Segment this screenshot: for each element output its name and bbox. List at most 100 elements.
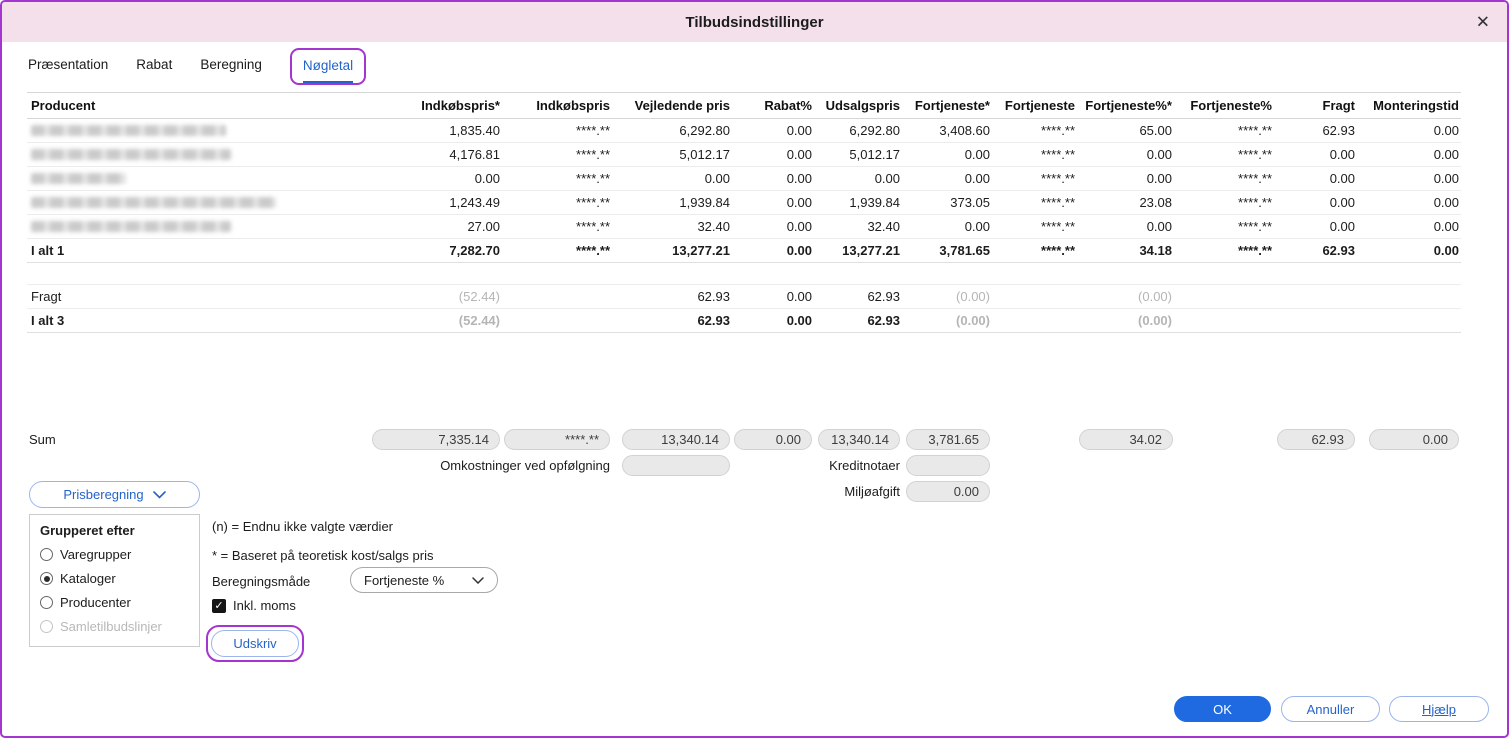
table-cell: (0.00): [902, 309, 992, 333]
radio-circle-icon: [40, 596, 53, 609]
radio-label: Kataloger: [60, 571, 116, 586]
table-cell: 0.00: [732, 191, 814, 215]
sum-field-monteringstid: 0.00: [1369, 429, 1459, 450]
miljoafgift-field[interactable]: 0.00: [906, 481, 990, 502]
sum-cell: 0.00: [902, 478, 992, 504]
tab-nogletal[interactable]: Nøgletal: [303, 51, 353, 83]
table-cell: [1274, 285, 1357, 309]
tab-praesentation[interactable]: Præsentation: [28, 50, 108, 82]
tilbudsindstillinger-dialog: Tilbudsindstillinger ✕ Præsentation Raba…: [0, 0, 1509, 738]
table-cell: ****.**: [992, 167, 1077, 191]
table-cell: 3,408.60: [902, 119, 992, 143]
table-cell: I alt 3: [27, 309, 282, 333]
table-cell: 34.18: [1077, 239, 1174, 263]
sum-cell: 0.00: [732, 426, 814, 452]
prisberegning-dropdown-button[interactable]: Prisberegning: [29, 481, 200, 508]
table-cell: [1357, 285, 1461, 309]
table-cell: 4,176.81: [282, 143, 502, 167]
radio-varegrupper[interactable]: Varegrupper: [40, 547, 189, 562]
redacted-producer-name: [31, 149, 231, 160]
kreditnotaer-field[interactable]: [906, 455, 990, 476]
radio-label: Samletilbudslinjer: [60, 619, 162, 634]
sum-field-indkobspris-star: 7,335.14: [372, 429, 500, 450]
radio-kataloger[interactable]: Kataloger: [40, 571, 189, 586]
table-cell: ****.**: [502, 143, 612, 167]
redacted-producer-name: [31, 125, 226, 136]
table-cell: 0.00: [1274, 191, 1357, 215]
sum-cell: 13,340.14: [814, 426, 902, 452]
table-row: 0.00 ****.** 0.00 0.00 0.00 0.00 ****.**…: [27, 167, 1461, 191]
column-header: Producent: [27, 93, 282, 119]
table-cell: (52.44): [282, 285, 502, 309]
table-row: 1,835.40 ****.** 6,292.80 0.00 6,292.80 …: [27, 119, 1461, 143]
note-not-selected-values: (n) = Endnu ikke valgte værdier: [212, 519, 393, 534]
table-cell: (0.00): [902, 285, 992, 309]
table-cell: 373.05: [902, 191, 992, 215]
sum-cell: [902, 452, 992, 478]
beregningsmade-value: Fortjeneste %: [364, 573, 444, 588]
table-cell: ****.**: [1174, 143, 1274, 167]
table-cell: ****.**: [992, 119, 1077, 143]
table-cell: 6,292.80: [612, 119, 732, 143]
table-cell: (52.44): [282, 309, 502, 333]
table-cell: 0.00: [1077, 167, 1174, 191]
table-cell: 1,243.49: [282, 191, 502, 215]
table-cell: [27, 119, 282, 143]
table-cell: 0.00: [1077, 215, 1174, 239]
table-cell: 7,282.70: [282, 239, 502, 263]
table-cell: [27, 215, 282, 239]
close-icon[interactable]: ✕: [1476, 14, 1490, 31]
table-cell: [992, 309, 1077, 333]
sum-section: Sum 7,335.14 ****.** 13,340.14 0.00 13,3…: [27, 426, 1461, 504]
table-cell: 1,939.84: [814, 191, 902, 215]
column-header: Fragt: [1274, 93, 1357, 119]
checkbox-checked-icon[interactable]: ✓: [212, 599, 226, 613]
table-cell: 27.00: [282, 215, 502, 239]
table-cell: 0.00: [1357, 215, 1461, 239]
table-cell: 0.00: [1274, 143, 1357, 167]
table-cell: ****.**: [502, 167, 612, 191]
inkl-moms-row[interactable]: ✓ Inkl. moms: [212, 598, 296, 613]
tab-rabat[interactable]: Rabat: [136, 50, 172, 82]
grupperet-efter-groupbox: Grupperet efter Varegrupper Kataloger Pr…: [29, 514, 200, 647]
table-cell: ****.**: [502, 191, 612, 215]
table-cell: 0.00: [732, 239, 814, 263]
hjaelp-button[interactable]: Hjælp: [1389, 696, 1489, 722]
radio-producenter[interactable]: Producenter: [40, 595, 189, 610]
table-cell: 0.00: [1357, 167, 1461, 191]
table-cell: 32.40: [612, 215, 732, 239]
sum-field-indkobspris: ****.**: [504, 429, 610, 450]
sum-cell: [27, 452, 282, 478]
table-cell: ****.**: [1174, 167, 1274, 191]
table-cell: ****.**: [1174, 191, 1274, 215]
miljoafgift-label: Miljøafgift: [282, 478, 902, 504]
beregningsmade-select[interactable]: Fortjeneste %: [350, 567, 498, 593]
omkostninger-field[interactable]: [622, 455, 730, 476]
column-header: Vejledende pris: [612, 93, 732, 119]
radio-label: Producenter: [60, 595, 131, 610]
chevron-down-icon: [153, 491, 166, 499]
ok-button[interactable]: OK: [1174, 696, 1271, 722]
sum-cell: [992, 452, 1461, 478]
tab-beregning[interactable]: Beregning: [200, 50, 262, 82]
sum-row: Sum 7,335.14 ****.** 13,340.14 0.00 13,3…: [27, 426, 1461, 452]
omkostninger-label: Omkostninger ved opfølgning: [282, 452, 612, 478]
radio-label: Varegrupper: [60, 547, 131, 562]
table-cell: 0.00: [1274, 167, 1357, 191]
column-header: Fortjeneste*: [902, 93, 992, 119]
table-cell: 0.00: [1357, 191, 1461, 215]
total3-row: I alt 3 (52.44) 62.93 0.00 62.93 (0.00) …: [27, 309, 1461, 333]
dialog-title: Tilbudsindstillinger: [685, 14, 823, 31]
table-cell: ****.**: [992, 191, 1077, 215]
table-cell: 5,012.17: [814, 143, 902, 167]
annuller-button[interactable]: Annuller: [1281, 696, 1380, 722]
column-header: Monteringstid: [1357, 93, 1461, 119]
table-cell: 62.93: [814, 309, 902, 333]
table-cell: 65.00: [1077, 119, 1174, 143]
table-row: 4,176.81 ****.** 5,012.17 0.00 5,012.17 …: [27, 143, 1461, 167]
table-cell: ****.**: [502, 239, 612, 263]
table-cell: 0.00: [1357, 119, 1461, 143]
udskriv-button[interactable]: Udskriv: [211, 630, 299, 657]
redacted-producer-name: [31, 197, 276, 208]
udskriv-label: Udskriv: [233, 636, 276, 651]
